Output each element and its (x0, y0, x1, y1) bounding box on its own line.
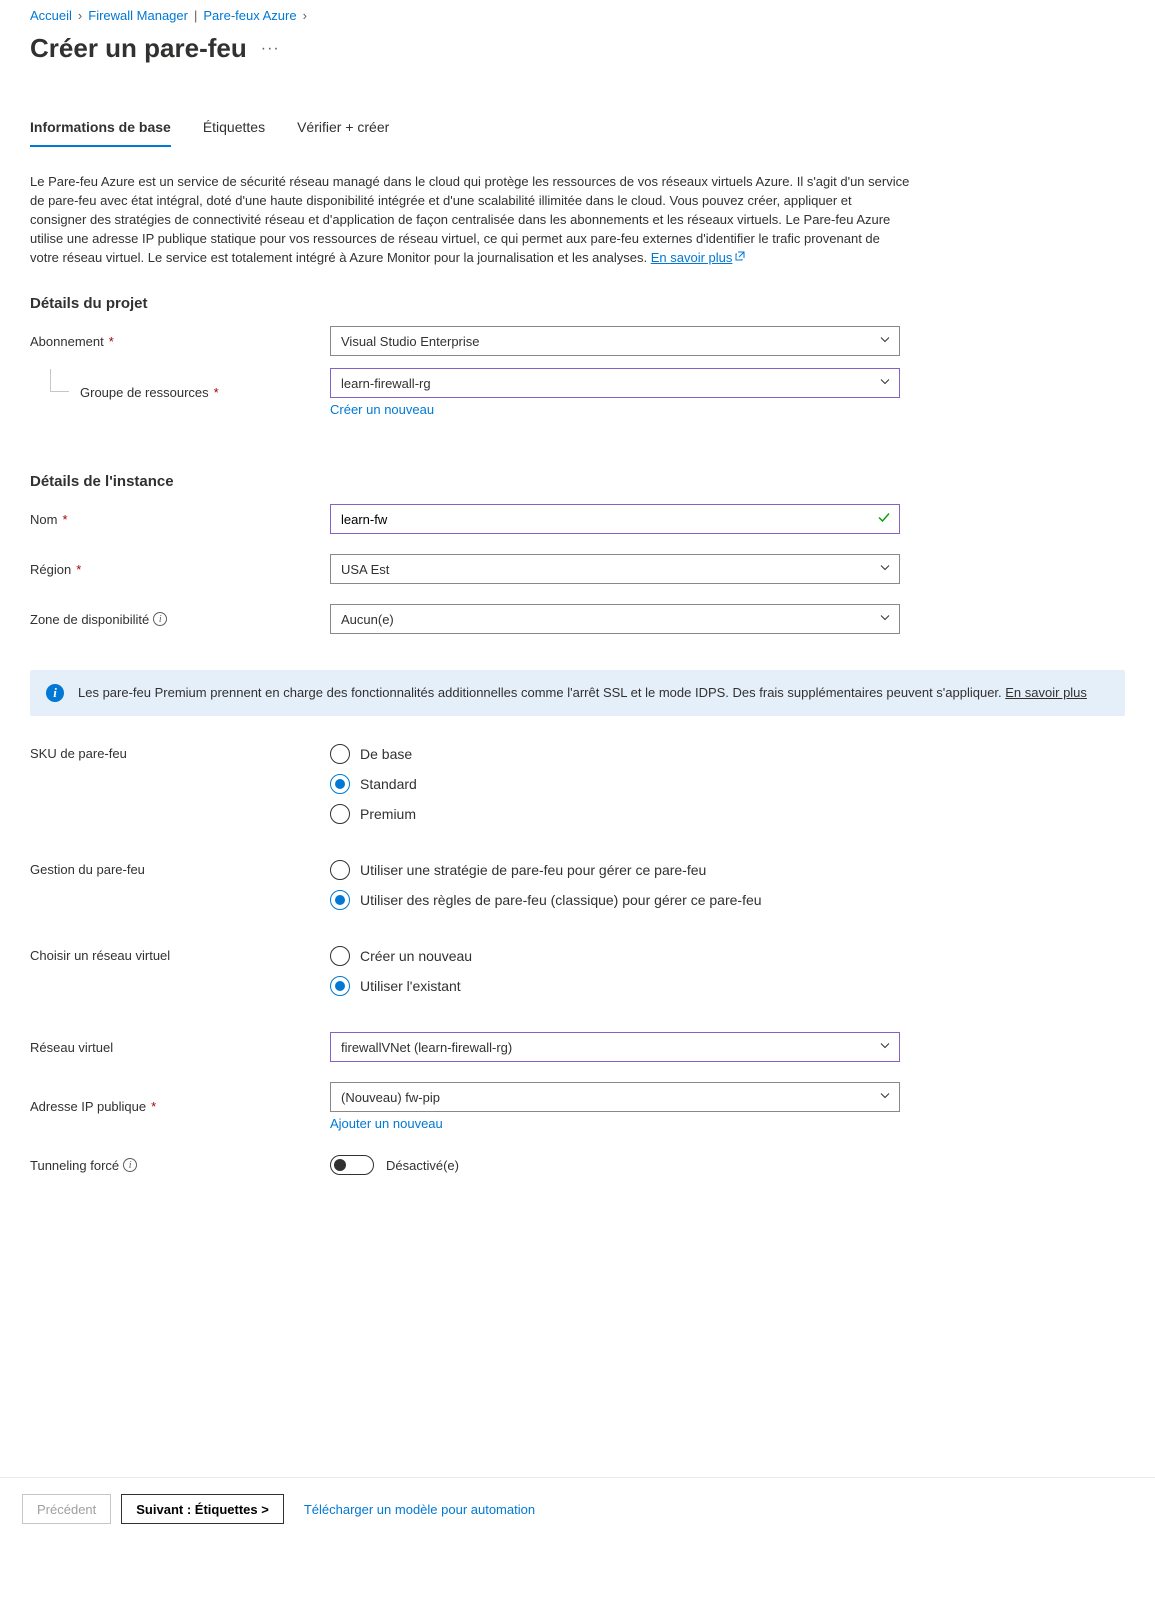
forced-tunneling-toggle[interactable] (330, 1155, 374, 1175)
breadcrumb-firewall-manager[interactable]: Firewall Manager (88, 8, 188, 23)
premium-infobox: i Les pare-feu Premium prennent en charg… (30, 670, 1125, 716)
sku-standard-radio[interactable]: Standard (330, 774, 900, 794)
label-subscription: Abonnement (30, 334, 104, 349)
intro-text: Le Pare-feu Azure est un service de sécu… (30, 172, 910, 267)
premium-learn-more-link[interactable]: En savoir plus (1005, 685, 1087, 700)
chevron-down-icon (879, 612, 891, 627)
add-new-pip-link[interactable]: Ajouter un nouveau (330, 1116, 443, 1131)
chevron-down-icon (879, 1040, 891, 1055)
label-name: Nom (30, 512, 57, 527)
external-link-icon (734, 248, 746, 267)
label-forced-tunneling: Tunneling forcé (30, 1158, 119, 1173)
vnet-radio-group: Créer un nouveau Utiliser l'existant (330, 946, 900, 996)
next-button[interactable]: Suivant : Étiquettes > (121, 1494, 284, 1524)
mgmt-classic-radio[interactable]: Utiliser des règles de pare-feu (classiq… (330, 890, 900, 910)
chevron-down-icon (879, 376, 891, 391)
section-project-details: Détails du projet (30, 295, 1125, 312)
chevron-down-icon (879, 1090, 891, 1105)
name-input[interactable] (341, 512, 871, 527)
sku-radio-group: De base Standard Premium (330, 744, 900, 824)
chevron-down-icon (879, 334, 891, 349)
sku-premium-radio[interactable]: Premium (330, 804, 900, 824)
virtual-network-select[interactable]: firewallVNet (learn-firewall-rg) (330, 1032, 900, 1062)
resource-group-select[interactable]: learn-firewall-rg (330, 368, 900, 398)
pipe-sep: | (194, 8, 197, 23)
mgmt-policy-radio[interactable]: Utiliser une stratégie de pare-feu pour … (330, 860, 900, 880)
info-icon: i (46, 684, 64, 702)
footer: Précédent Suivant : Étiquettes > Télécha… (0, 1477, 1155, 1540)
chevron-down-icon (879, 562, 891, 577)
mgmt-radio-group: Utiliser une stratégie de pare-feu pour … (330, 860, 900, 910)
page-title: Créer un pare-feu (30, 33, 247, 64)
create-resource-group-link[interactable]: Créer un nouveau (330, 402, 434, 417)
label-firewall-sku: SKU de pare-feu (30, 746, 127, 761)
label-firewall-management: Gestion du pare-feu (30, 862, 145, 877)
public-ip-select[interactable]: (Nouveau) fw-pip (330, 1082, 900, 1112)
breadcrumb-home[interactable]: Accueil (30, 8, 72, 23)
breadcrumb: Accueil › Firewall Manager | Pare-feux A… (30, 8, 1125, 23)
breadcrumb-azure-firewalls[interactable]: Pare-feux Azure (203, 8, 296, 23)
label-choose-vnet: Choisir un réseau virtuel (30, 948, 170, 963)
previous-button: Précédent (22, 1494, 111, 1524)
download-template-link[interactable]: Télécharger un modèle pour automation (304, 1502, 535, 1517)
label-public-ip: Adresse IP publique (30, 1099, 146, 1114)
subscription-select[interactable]: Visual Studio Enterprise (330, 326, 900, 356)
availability-zone-select[interactable]: Aucun(e) (330, 604, 900, 634)
toggle-state-label: Désactivé(e) (386, 1158, 459, 1173)
chevron-right-icon: › (303, 8, 307, 23)
tab-basics[interactable]: Informations de base (30, 119, 171, 147)
info-icon[interactable]: i (153, 612, 167, 626)
sku-basic-radio[interactable]: De base (330, 744, 900, 764)
learn-more-link[interactable]: En savoir plus (651, 250, 747, 265)
vnet-create-radio[interactable]: Créer un nouveau (330, 946, 900, 966)
tab-review[interactable]: Vérifier + créer (297, 119, 389, 147)
checkmark-icon (877, 511, 891, 528)
label-availability-zone: Zone de disponibilité (30, 612, 149, 627)
vnet-existing-radio[interactable]: Utiliser l'existant (330, 976, 900, 996)
chevron-right-icon: › (78, 8, 82, 23)
tabs: Informations de base Étiquettes Vérifier… (30, 119, 1125, 148)
name-input-wrapper (330, 504, 900, 534)
label-resource-group: Groupe de ressources (80, 385, 209, 400)
label-region: Région (30, 562, 71, 577)
tab-tags[interactable]: Étiquettes (203, 119, 265, 147)
more-icon[interactable]: ··· (261, 40, 280, 58)
label-virtual-network: Réseau virtuel (30, 1040, 113, 1055)
region-select[interactable]: USA Est (330, 554, 900, 584)
section-instance-details: Détails de l'instance (30, 473, 1125, 490)
info-icon[interactable]: i (123, 1158, 137, 1172)
